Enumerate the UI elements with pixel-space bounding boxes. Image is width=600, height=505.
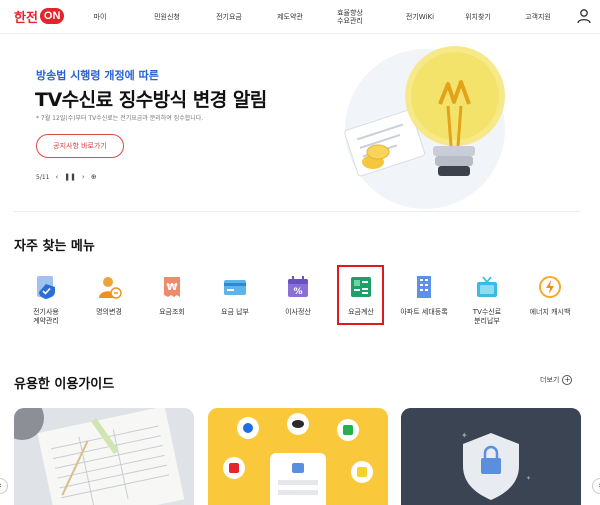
guide-card-simple-auth[interactable]: [208, 408, 388, 505]
svg-text:₩: ₩: [166, 282, 177, 293]
pager-count: 5/11: [36, 173, 50, 181]
calculator-icon: [351, 277, 371, 297]
menu-label: 에너지 캐시백: [529, 308, 571, 316]
plus-icon: +: [562, 375, 573, 385]
menu-tv-fee-separate[interactable]: TV수신료 분리납부: [457, 268, 517, 338]
hero-banner: 방송법 시행령 개정에 따른 TV수신료 징수방식 변경 알림 * 7월 12일…: [0, 34, 600, 214]
bill-search-icon: ₩: [164, 277, 180, 297]
banner-pager: 5/11 ‹ ❚❚ › ⊕: [36, 173, 97, 181]
nav-electricity-fee[interactable]: 전기요금: [207, 0, 251, 34]
guide-card-documents[interactable]: [14, 408, 194, 505]
nav-terms[interactable]: 제도약관: [268, 0, 312, 34]
nav-support[interactable]: 고객지원: [516, 0, 560, 34]
guide-title: 유용한 이용가이드: [14, 377, 115, 392]
user-icon[interactable]: [576, 8, 592, 24]
svg-text:✦: ✦: [461, 431, 468, 440]
frequent-menu-title: 자주 찾는 메뉴: [14, 239, 95, 254]
nav-civil-request[interactable]: 민원신청: [145, 0, 189, 34]
hero-title: TV수신료 징수방식 변경 알림: [35, 89, 267, 111]
menu-move-settlement[interactable]: % 이사정산: [268, 268, 328, 338]
documents-photo: [14, 408, 194, 505]
more-link[interactable]: 더보기 +: [540, 375, 573, 385]
next-icon[interactable]: ›: [82, 173, 85, 181]
menu-fee-inquiry[interactable]: ₩ 요금조회: [142, 268, 202, 338]
menu-energy-cashback[interactable]: 에너지 캐시백: [520, 268, 580, 338]
tv-icon: [477, 276, 497, 297]
menu-apartment-register[interactable]: 아파트 세대등록: [394, 268, 454, 338]
more-label: 더보기: [540, 376, 560, 384]
top-header: 한전 ON 마이 민원신청 전기요금 제도약관 효율향상 수요관리 전기WiKi…: [0, 0, 600, 34]
svg-text:%: %: [293, 287, 302, 297]
menu-label: 요금계산: [348, 308, 374, 316]
shield-check-icon: [37, 276, 55, 299]
apartment-icon: [417, 276, 431, 298]
person-swap-icon: [99, 277, 122, 299]
card-pay-icon: [224, 280, 246, 295]
nav-my[interactable]: 마이: [82, 0, 118, 34]
notice-shortcut-button[interactable]: 공지사항 바로가기: [36, 134, 124, 158]
hero-subtitle: 방송법 시행령 개정에 따른: [36, 69, 159, 82]
lightbulb-illustration: [344, 46, 505, 209]
menu-fee-calculation[interactable]: 요금계산: [331, 268, 391, 338]
section-divider: [14, 211, 580, 212]
hero-description: * 7월 12일(수)부터 TV수신료는 전기요금과 분리하여 징수합니다.: [36, 115, 204, 122]
guide-prev-arrow-icon[interactable]: ‹: [0, 478, 8, 494]
energy-cashback-icon: [539, 276, 561, 298]
security-shield-illustration: ✦ ✦: [401, 408, 581, 505]
guide-next-arrow-icon[interactable]: ›: [592, 478, 600, 494]
nav-efficiency[interactable]: 효율향상 수요관리: [328, 0, 372, 34]
logo-text: 한전: [14, 9, 38, 25]
menu-name-change[interactable]: 명의변경: [79, 268, 139, 338]
prev-icon[interactable]: ‹: [55, 173, 58, 181]
menu-label: TV수신료 분리납부: [472, 308, 502, 325]
calendar-percent-icon: %: [288, 276, 308, 297]
nav-wiki[interactable]: 전기WiKi: [398, 0, 442, 34]
menu-label: 요금 납부: [221, 308, 249, 316]
menu-fee-payment[interactable]: 요금 납부: [205, 268, 265, 338]
menu-contract-manage[interactable]: 전기사용 계약관리: [16, 268, 76, 338]
nav-location[interactable]: 위치찾기: [456, 0, 500, 34]
add-circle-icon[interactable]: ⊕: [91, 173, 97, 181]
menu-label: 아파트 세대등록: [400, 308, 448, 316]
kepco-on-logo[interactable]: 한전 ON: [14, 6, 65, 26]
svg-text:✦: ✦: [526, 475, 531, 482]
guide-card-security[interactable]: ✦ ✦: [401, 408, 581, 505]
menu-label: 요금조회: [159, 308, 185, 316]
menu-label: 명의변경: [96, 308, 122, 316]
menu-label: 이사정산: [285, 308, 311, 316]
menu-label: 전기사용 계약관리: [33, 308, 59, 325]
pause-icon[interactable]: ❚❚: [64, 173, 76, 181]
logo-on-badge: ON: [39, 8, 65, 24]
simple-auth-illustration: [208, 408, 388, 505]
